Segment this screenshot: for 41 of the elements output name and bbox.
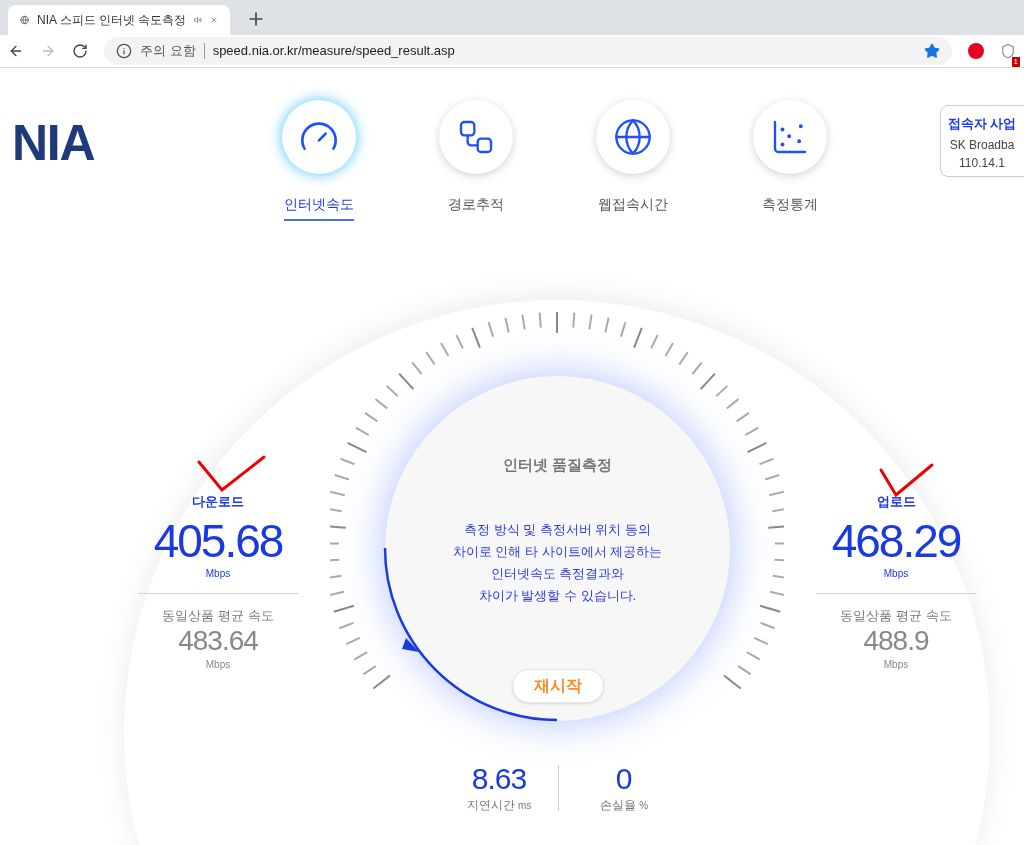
back-icon[interactable] — [8, 43, 24, 59]
check-mark-drawing — [196, 454, 268, 494]
loss-label: 손실율 % — [599, 797, 649, 814]
average-value: 488.9 — [863, 625, 929, 657]
pin-icon[interactable] — [968, 43, 984, 59]
extension-badge: 1 — [1011, 57, 1020, 67]
browser-tab[interactable]: NIA 스피드 인터넷 속도측정 — [8, 5, 230, 35]
reload-icon[interactable] — [72, 43, 88, 59]
card-title: 접속자 사업 — [947, 115, 1017, 133]
average-label: 동일상품 평균 속도 — [162, 606, 274, 625]
unit-label: Mbps — [883, 658, 909, 672]
nav-item[interactable]: 측정통계 — [735, 100, 845, 221]
check-mark-drawing — [878, 462, 936, 498]
speed-value: 405.68 — [153, 515, 283, 566]
average-label: 동일상품 평균 속도 — [840, 606, 952, 625]
unit-label: Mbps — [883, 566, 909, 581]
nav-item[interactable]: 인터넷속도 — [264, 100, 374, 221]
bookmark-star-icon[interactable] — [924, 43, 940, 59]
average-value: 483.64 — [178, 625, 258, 657]
latency-label: 지연시간 ms — [466, 797, 532, 814]
globe-icon — [613, 117, 653, 157]
stat-label: 다운로드 — [192, 493, 244, 511]
unit-label: Mbps — [205, 566, 231, 581]
latency-value: 8.63 — [471, 762, 527, 796]
logo: NIA — [12, 114, 95, 173]
notice-text: 측정 방식 및 측정서버 위치 등의 차이로 인해 타 사이트에서 제공하는 인터넷속도 측정결과와 차이가 발생할 수 있습니다. — [452, 520, 663, 605]
unit-label: Mbps — [205, 658, 231, 672]
shield-icon[interactable] — [1000, 43, 1016, 59]
nav-item[interactable]: 웹접속시간 — [578, 100, 688, 221]
address-bar[interactable]: 주의 요함 speed.nia.or.kr/measure/speed_result.asp — [104, 37, 952, 65]
nav-item[interactable]: 경로추적 — [421, 100, 531, 221]
speed-value: 468.29 — [831, 515, 961, 566]
info-icon — [116, 43, 132, 59]
url-text: speed.nia.or.kr/measure/speed_result.asp — [212, 42, 456, 61]
gauge-title: 인터넷 품질측정 — [502, 455, 613, 475]
security-label: 주의 요함 — [140, 42, 196, 61]
ip-address: 110.14.1 — [959, 154, 1005, 172]
stat-label: 업로드 — [876, 493, 916, 511]
isp-name: SK Broadba — [949, 136, 1015, 154]
loss-value: 0 — [615, 762, 633, 796]
tab-title: NIA 스피드 인터넷 속도측정 — [36, 12, 187, 29]
